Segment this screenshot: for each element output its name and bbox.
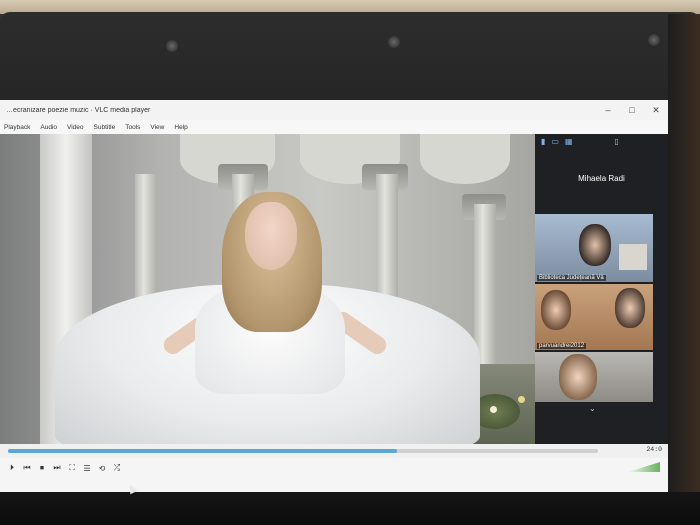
face xyxy=(245,202,297,270)
next-button[interactable]: ⏭ xyxy=(51,462,63,474)
minimize-button[interactable]: – xyxy=(596,100,620,120)
host-name: Mihaela Radi xyxy=(578,174,625,183)
menu-subtitle[interactable]: Subtitle xyxy=(94,124,116,131)
menu-help[interactable]: Help xyxy=(174,124,187,131)
participant-label: Biblioteca Județeană Vâ xyxy=(537,275,606,281)
menu-view[interactable]: View xyxy=(150,124,164,131)
fullscreen-button[interactable]: ⛶ xyxy=(66,462,78,474)
menu-video[interactable]: Video xyxy=(67,124,84,131)
participant-video xyxy=(541,290,571,330)
menu-bar: Playback Audio Video Subtitle Tools View… xyxy=(0,120,668,134)
monitor-chin xyxy=(0,492,700,525)
meeting-toolbar: ▮ ▭ ▦ ▯ xyxy=(535,134,668,148)
flower xyxy=(518,396,525,403)
shuffle-button[interactable]: ⤮ xyxy=(111,462,123,474)
bezel-screw-icon xyxy=(648,34,660,46)
participant-video xyxy=(559,354,597,400)
title-bar: …ecranizare poezie muzic · VLC media pla… xyxy=(0,100,668,120)
participant-tile[interactable]: parvuandrei2012 xyxy=(535,284,653,350)
layout-icon[interactable]: ▭ xyxy=(551,137,559,146)
bezel-screw-icon xyxy=(388,36,400,48)
participant-tile[interactable] xyxy=(535,352,653,402)
participant-tile[interactable]: Biblioteca Județeană Vâ xyxy=(535,214,653,282)
meeting-panel: ▮ ▭ ▦ ▯ Mihaela Radi Biblioteca Județean… xyxy=(535,134,668,444)
video-icon[interactable]: ▮ xyxy=(541,137,545,146)
participant-video xyxy=(619,244,647,270)
screen: …ecranizare poezie muzic · VLC media pla… xyxy=(0,100,668,492)
column xyxy=(474,204,496,364)
participant-video xyxy=(579,224,611,266)
arch xyxy=(420,134,510,184)
participant-label: parvuandrei2012 xyxy=(537,343,587,349)
chevron-down-icon[interactable]: ⌄ xyxy=(589,404,596,413)
desk-side xyxy=(668,14,700,525)
volume-slider[interactable] xyxy=(620,462,660,472)
playlist-button[interactable]: ☰ xyxy=(81,462,93,474)
bezel-screw-icon xyxy=(166,40,178,52)
prev-button[interactable]: ⏮ xyxy=(21,462,33,474)
player-controls: ⏵ ⏮ ⏹ ⏭ ⛶ ☰ ⟲ ⤮ xyxy=(0,458,668,492)
flower xyxy=(490,406,497,413)
seek-bar[interactable]: 24:0 xyxy=(0,444,668,458)
layout-icon[interactable]: ▯ xyxy=(615,137,619,146)
participant-video xyxy=(615,288,645,328)
loop-button[interactable]: ⟲ xyxy=(96,462,108,474)
menu-audio[interactable]: Audio xyxy=(40,124,57,131)
volume-level xyxy=(628,462,660,472)
grid-icon[interactable]: ▦ xyxy=(565,137,573,146)
time-display: 24:0 xyxy=(646,446,662,453)
stop-button[interactable]: ⏹ xyxy=(36,462,48,474)
maximize-button[interactable]: □ xyxy=(620,100,644,120)
play-button[interactable]: ⏵ xyxy=(6,462,18,474)
menu-playback[interactable]: Playback xyxy=(4,124,30,131)
video-frame[interactable] xyxy=(0,134,535,444)
close-button[interactable]: ✕ xyxy=(644,100,668,120)
seek-track[interactable] xyxy=(8,449,598,453)
seek-progress xyxy=(8,449,398,453)
menu-tools[interactable]: Tools xyxy=(125,124,140,131)
window-title: …ecranizare poezie muzic · VLC media pla… xyxy=(6,106,151,114)
